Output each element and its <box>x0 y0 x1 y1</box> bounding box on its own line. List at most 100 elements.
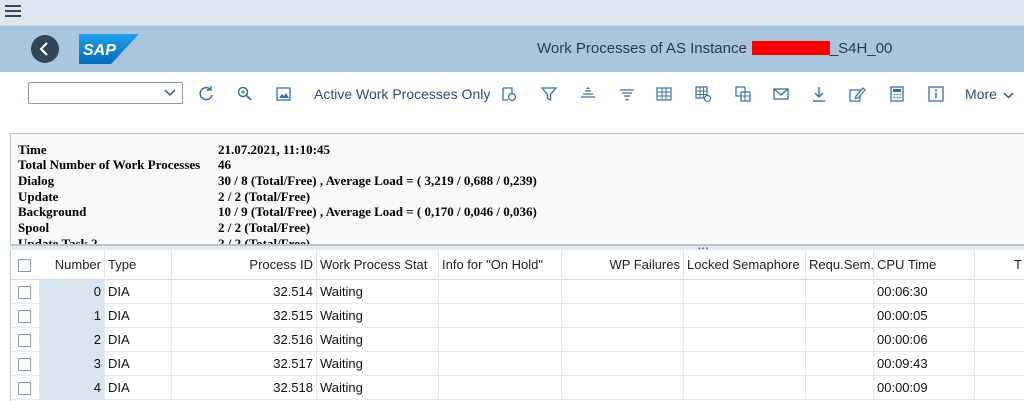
info-label: Total Number of Work Processes <box>18 157 201 172</box>
column-header-on-hold[interactable]: Info for "On Hold" <box>439 250 562 280</box>
layout-icon[interactable] <box>734 85 752 103</box>
column-header-process-id[interactable]: Process ID <box>172 250 317 280</box>
cell-wp-failures <box>562 352 684 376</box>
cell-status: Waiting <box>317 376 439 400</box>
image-icon[interactable] <box>275 85 293 103</box>
info-value: 2 / 2 (Total/Free) <box>218 236 311 245</box>
cell-type: DIA <box>105 376 172 400</box>
cell-locked-semaphore <box>684 304 806 328</box>
title-prefix: Work Processes of AS Instance <box>537 40 747 57</box>
svg-text:SAP: SAP <box>83 42 116 59</box>
cell-on-hold <box>439 328 562 352</box>
column-header-requ-sem[interactable]: Requ.Sem. <box>806 250 874 280</box>
column-header-wp-failures[interactable]: WP Failures <box>562 250 684 280</box>
cell-number: 1 <box>39 304 105 328</box>
info-label: Background <box>18 204 87 219</box>
more-button[interactable]: More <box>965 86 1014 102</box>
cell-wp-failures <box>562 304 684 328</box>
cell-number: 4 <box>39 376 105 400</box>
sort-descending-icon[interactable] <box>618 85 636 103</box>
more-label: More <box>965 86 997 102</box>
cell-status: Waiting <box>317 352 439 376</box>
info-value: 21.07.2021, 11:10:45 <box>218 142 330 157</box>
cell-on-hold <box>439 376 562 400</box>
cell-on-hold <box>439 352 562 376</box>
filter-settings-icon[interactable] <box>500 85 518 103</box>
info-icon[interactable] <box>927 85 945 103</box>
page-title: Work Processes of AS Instance _S4H_00 <box>537 40 892 57</box>
refresh-icon[interactable] <box>197 85 215 103</box>
table-row[interactable]: 4 DIA 32.518 Waiting 00:00:09 <box>11 376 1024 400</box>
table-row[interactable]: 2 DIA 32.516 Waiting 00:00:06 <box>11 328 1024 352</box>
row-checkbox[interactable] <box>18 286 31 299</box>
shell-top-bar <box>0 0 1024 26</box>
app-header: SAP Work Processes of AS Instance _S4H_00 <box>0 26 1024 72</box>
active-work-processes-button[interactable]: Active Work Processes Only <box>314 86 490 102</box>
filter-icon[interactable] <box>540 85 558 103</box>
table-row[interactable]: 3 DIA 32.517 Waiting 00:09:43 <box>11 352 1024 376</box>
cell-requ-sem <box>806 280 874 304</box>
column-header-status[interactable]: Work Process Stat <box>317 250 439 280</box>
cell-cpu-time: 00:00:06 <box>874 328 975 352</box>
cell-locked-semaphore <box>684 328 806 352</box>
cell-cpu-time: 00:06:30 <box>874 280 975 304</box>
cell-on-hold <box>439 304 562 328</box>
row-checkbox[interactable] <box>18 358 31 371</box>
cell-type: DIA <box>105 280 172 304</box>
cell-type: DIA <box>105 328 172 352</box>
grid-icon[interactable] <box>655 85 673 103</box>
variant-select[interactable] <box>28 82 183 104</box>
cell-wp-failures <box>562 280 684 304</box>
sap-logo: SAP <box>79 34 139 64</box>
column-header-type[interactable]: Type <box>105 250 172 280</box>
cell-number: 3 <box>39 352 105 376</box>
info-value: 46 <box>218 157 231 172</box>
column-header-number[interactable]: Number <box>39 250 105 280</box>
info-label: Update Task 2 <box>18 236 98 245</box>
chevron-down-icon <box>1003 92 1014 99</box>
cell-type: DIA <box>105 352 172 376</box>
zoom-icon[interactable] <box>236 85 254 103</box>
info-value: 30 / 8 (Total/Free) , Average Load = ( 3… <box>218 173 537 188</box>
cell-requ-sem <box>806 328 874 352</box>
download-icon[interactable] <box>810 85 828 103</box>
column-header-t[interactable]: T <box>975 250 1024 280</box>
cell-number: 2 <box>39 328 105 352</box>
cell-locked-semaphore <box>684 352 806 376</box>
cell-on-hold <box>439 280 562 304</box>
cell-locked-semaphore <box>684 376 806 400</box>
summary-panel: Time 21.07.2021, 11:10:45 Total Number o… <box>10 133 1024 245</box>
cell-wp-failures <box>562 376 684 400</box>
grid-settings-icon[interactable] <box>694 85 712 103</box>
back-icon <box>39 42 48 56</box>
info-value: 2 / 2 (Total/Free) <box>218 220 311 235</box>
column-header-cpu-time[interactable]: CPU Time <box>874 250 975 280</box>
table-row[interactable]: 0 DIA 32.514 Waiting 00:06:30 <box>11 280 1024 304</box>
menu-icon[interactable] <box>5 5 21 19</box>
select-all-checkbox[interactable] <box>18 259 31 272</box>
cell-status: Waiting <box>317 304 439 328</box>
work-process-table: Number Type Process ID Work Process Stat… <box>10 250 1024 401</box>
mail-icon[interactable] <box>772 85 790 103</box>
chevron-down-icon <box>164 89 176 97</box>
edit-icon[interactable] <box>848 85 866 103</box>
row-checkbox[interactable] <box>18 382 31 395</box>
cell-type: DIA <box>105 304 172 328</box>
sort-ascending-icon[interactable] <box>579 85 597 103</box>
cell-requ-sem <box>806 304 874 328</box>
row-checkbox[interactable] <box>18 310 31 323</box>
table-row[interactable]: 1 DIA 32.515 Waiting 00:00:05 <box>11 304 1024 328</box>
cell-cpu-time: 00:09:43 <box>874 352 975 376</box>
title-suffix: _S4H_00 <box>829 40 893 57</box>
column-header-locked-semaphore[interactable]: Locked Semaphore <box>684 250 806 280</box>
row-checkbox[interactable] <box>18 334 31 347</box>
back-button[interactable] <box>31 35 59 63</box>
info-value: 2 / 2 (Total/Free) <box>218 189 311 204</box>
info-label: Update <box>18 189 59 204</box>
cell-requ-sem <box>806 376 874 400</box>
cell-requ-sem <box>806 352 874 376</box>
calculator-icon[interactable] <box>888 85 906 103</box>
table-header: Number Type Process ID Work Process Stat… <box>11 250 1024 280</box>
cell-status: Waiting <box>317 280 439 304</box>
info-label: Time <box>18 142 47 157</box>
